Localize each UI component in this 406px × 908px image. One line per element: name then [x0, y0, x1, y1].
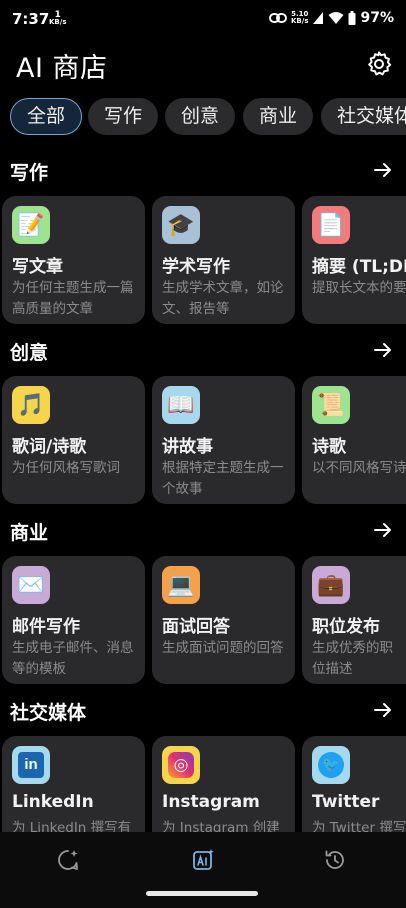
card-title: Instagram	[162, 792, 260, 812]
card-title: 讲故事	[162, 437, 213, 457]
home-indicator[interactable]	[146, 891, 258, 896]
open-book-icon: 📖	[162, 386, 200, 424]
card-description: 生成面试问题的回答	[162, 640, 284, 656]
chat-sparkle-icon	[58, 850, 78, 870]
card-title: 歌词/诗歌	[12, 437, 87, 457]
settings-button[interactable]	[363, 48, 395, 80]
card-description: 提取长文本的要点	[312, 280, 406, 296]
card-description: 以不同风格写诗	[312, 460, 406, 476]
tab-creative[interactable]: 创意	[165, 98, 236, 135]
card-description: 生成优秀的职位描述	[312, 640, 393, 677]
card-description: 根据特定主题生成一个故事	[162, 460, 284, 497]
signal-icon	[313, 12, 324, 24]
memo-icon: 📝	[12, 206, 50, 244]
twitter-icon: 🐦	[312, 746, 350, 784]
card-lyrics[interactable]: 🎵 歌词/诗歌 为任何风格写歌词	[2, 376, 145, 504]
card-job-posting[interactable]: 💼 职位发布 生成优秀的职位描述	[302, 556, 406, 684]
net-speed-2-unit: KB/s	[291, 17, 309, 25]
tab-all[interactable]: 全部	[10, 98, 83, 135]
tab-writing[interactable]: 写作	[88, 98, 159, 135]
link-icon	[269, 13, 287, 23]
arrow-right-icon[interactable]	[373, 520, 393, 540]
section-title-business: 商业	[10, 522, 49, 544]
card-description: 为任何主题生成一篇高质量的文章	[12, 280, 134, 317]
card-title: LinkedIn	[12, 792, 94, 812]
card-poetry[interactable]: 📜 诗歌 以不同风格写诗	[302, 376, 406, 504]
category-tabs: 全部 写作 创意 商业 社交媒体	[10, 98, 406, 138]
card-academic-writing[interactable]: 🎓 学术写作 生成学术文章，如论文、报告等	[152, 196, 295, 324]
card-title: 职位发布	[312, 617, 380, 637]
tab-business[interactable]: 商业	[243, 98, 314, 135]
arrow-right-icon[interactable]	[373, 340, 393, 360]
status-time: 7:37	[12, 10, 50, 28]
card-description: 生成电子邮件、消息等的模板	[12, 640, 134, 677]
card-title: Twitter	[312, 792, 380, 812]
card-linkedin[interactable]: in LinkedIn 为 LinkedIn 撰写有吸引力的帖子	[2, 736, 145, 832]
instagram-glyph: ◎	[168, 752, 194, 778]
battery-icon	[348, 11, 356, 25]
card-title: 写文章	[12, 257, 63, 277]
card-title: 面试回答	[162, 617, 230, 637]
music-note-icon: 🎵	[12, 386, 50, 424]
linkedin-glyph: in	[18, 752, 44, 778]
net-speed-2: 5.10 KB/s	[291, 11, 308, 25]
document-icon: 📄	[312, 206, 350, 244]
linkedin-icon: in	[12, 746, 50, 784]
card-description: 为 Instagram 创建帖子	[162, 820, 280, 832]
graduation-cap-icon: 🎓	[162, 206, 200, 244]
gear-icon	[368, 51, 392, 76]
section-title-social-media: 社交媒体	[10, 702, 87, 724]
section-title-writing: 写作	[10, 162, 49, 184]
card-description: 生成学术文章，如论文、报告等	[162, 280, 284, 317]
card-title: 邮件写作	[12, 617, 80, 637]
card-write-article[interactable]: 📝 写文章 为任何主题生成一篇高质量的文章	[2, 196, 145, 324]
card-storytelling[interactable]: 📖 讲故事 根据特定主题生成一个故事	[152, 376, 295, 504]
wifi-icon	[328, 12, 344, 24]
arrow-right-icon[interactable]	[373, 160, 393, 180]
card-summary[interactable]: 📄 摘要 (TL;DR) 提取长文本的要点	[302, 196, 406, 324]
card-description: 为 LinkedIn 撰写有吸引力的帖子	[12, 820, 132, 832]
page-title: AI 商店	[16, 53, 108, 84]
card-title: 诗歌	[312, 437, 346, 457]
envelope-icon: ✉️	[12, 566, 50, 604]
instagram-icon: ◎	[162, 746, 200, 784]
arrow-right-icon[interactable]	[373, 700, 393, 720]
ai-store-icon	[193, 849, 214, 870]
nav-history-button[interactable]	[321, 846, 349, 874]
card-description: 为任何风格写歌词	[12, 460, 120, 476]
card-title: 摘要 (TL;DR)	[312, 257, 406, 277]
section-title-creative: 创意	[10, 342, 49, 364]
scroll-icon: 📜	[312, 386, 350, 424]
laptop-icon: 💻	[162, 566, 200, 604]
nav-ai-store-button[interactable]	[189, 846, 217, 874]
battery-percent: 97%	[360, 10, 394, 26]
card-title: 学术写作	[162, 257, 230, 277]
card-instagram[interactable]: ◎ Instagram 为 Instagram 创建帖子	[152, 736, 295, 832]
card-interview-answer[interactable]: 💻 面试回答 生成面试问题的回答	[152, 556, 295, 684]
net-speed-unit: KB/s	[49, 18, 67, 26]
tab-social-media[interactable]: 社交媒体	[321, 98, 406, 135]
status-icons: 5.10 KB/s 97%	[269, 10, 394, 26]
bottom-nav	[0, 832, 406, 908]
twitter-glyph: 🐦	[318, 752, 344, 778]
history-icon	[325, 850, 344, 869]
net-speed: 1 KB/s	[49, 11, 67, 26]
card-twitter[interactable]: 🐦 Twitter 为 Twitter 撰写推文	[302, 736, 406, 832]
nav-chat-button[interactable]	[54, 846, 82, 874]
status-bar: 7:37 1 KB/s 5.10 KB/s 97%	[0, 0, 406, 40]
card-description: 为 Twitter 撰写推文	[312, 820, 406, 832]
briefcase-icon: 💼	[312, 566, 350, 604]
card-email-writing[interactable]: ✉️ 邮件写作 生成电子邮件、消息等的模板	[2, 556, 145, 684]
